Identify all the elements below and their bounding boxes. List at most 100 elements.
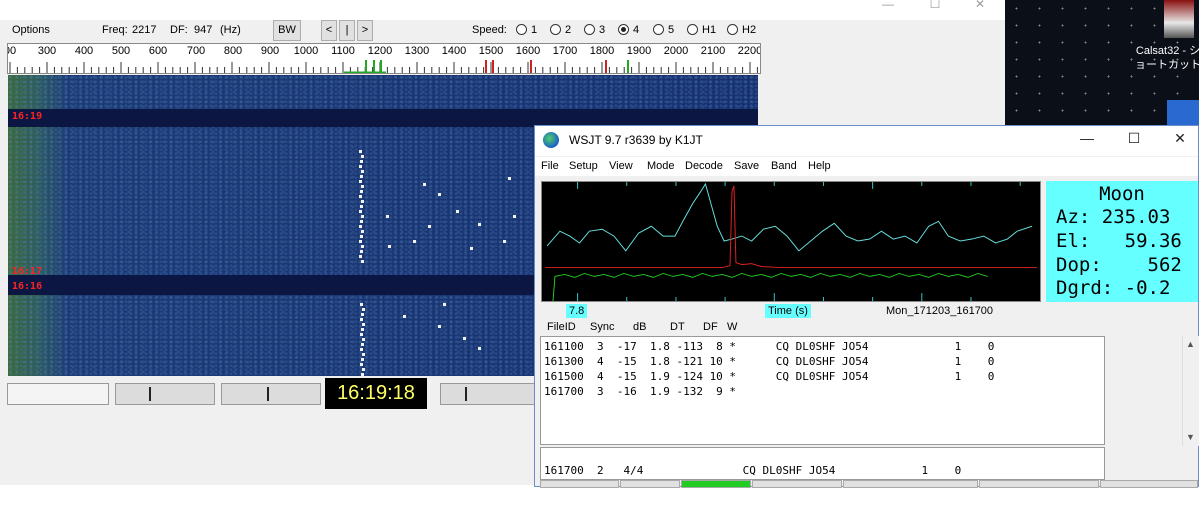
freq-label: Freq: [102, 24, 128, 36]
speed-radio-5[interactable]: 5 [653, 24, 674, 36]
moon-dgrd: Dgrd: -0.2 [1056, 277, 1171, 299]
average-decode-area[interactable]: 161700 2 4/4 CQ DL0SHF JO54 1 0 [540, 447, 1105, 480]
bw-button[interactable]: BW [273, 20, 301, 41]
column-db: dB [633, 321, 647, 333]
signal-dot [361, 245, 364, 248]
scale-label: 400 [74, 45, 94, 57]
slider-thumb[interactable] [149, 387, 151, 401]
menu-setup[interactable]: Setup [569, 160, 598, 172]
slider-thumb[interactable] [465, 387, 467, 401]
speed-radio-1[interactable]: 1 [516, 24, 537, 36]
spectrum-info-row: 7.8 Time (s) Mon_171203_161700 [535, 303, 1198, 321]
menu-view[interactable]: View [609, 160, 633, 172]
scroll-up-icon[interactable]: ▲ [1186, 339, 1195, 349]
menu-save[interactable]: Save [734, 160, 759, 172]
frequency-scale[interactable]: 00 300 400 500 600 700 800 900 1000 1100… [7, 43, 761, 74]
bottom-button[interactable] [979, 480, 1099, 488]
radio-label: 3 [599, 24, 606, 36]
globe-icon [543, 132, 559, 148]
radio-label: 4 [633, 24, 640, 36]
menu-bar: File Setup View Mode Decode Save Band He… [535, 157, 1198, 176]
scale-label: 1300 [404, 45, 430, 57]
scale-label: 800 [223, 45, 243, 57]
speed-radio-4[interactable]: 4 [618, 24, 639, 36]
window-title: WSJT 9.7 r3639 by K1JT [569, 133, 703, 147]
screen: — ☐ ✕ Options Freq: 2217 DF: 947 (Hz) BW… [0, 0, 1199, 512]
signal-dot [362, 368, 365, 371]
scale-label: 500 [111, 45, 131, 57]
signal-dot [360, 333, 363, 336]
slider-track[interactable] [7, 383, 109, 405]
signal-dot [360, 303, 363, 306]
contrast-slider[interactable] [221, 383, 321, 405]
speed-radio-h1[interactable]: H1 [687, 24, 716, 36]
column-dt: DT [670, 321, 685, 333]
scale-label: 1700 [552, 45, 578, 57]
menu-help[interactable]: Help [808, 160, 831, 172]
speed-radio-h2[interactable]: H2 [727, 24, 756, 36]
tx-active-button[interactable] [681, 480, 751, 488]
moon-el: El: 59.36 [1056, 230, 1182, 252]
scale-label: 2000 [663, 45, 689, 57]
signal-dot [413, 240, 416, 243]
desktop-icon[interactable] [1167, 100, 1199, 126]
minimize-button[interactable]: — [868, 0, 908, 13]
speed-radio-2[interactable]: 2 [550, 24, 571, 36]
slider-thumb[interactable] [267, 387, 269, 401]
decoded-text-area[interactable]: 161100 3 -17 1.8 -113 8 * CQ DL0SHF JO54… [540, 336, 1105, 445]
signal-dot [362, 338, 365, 341]
bottom-button[interactable] [1100, 480, 1198, 488]
scale-ticks [9, 60, 758, 73]
bottom-button[interactable] [620, 480, 680, 488]
signal-dot [386, 215, 389, 218]
radio-circle-icon [584, 24, 595, 35]
signal-dot [359, 225, 362, 228]
close-button[interactable]: ✕ [1168, 130, 1192, 147]
spectrum-plot[interactable] [541, 181, 1041, 302]
signal-dot [359, 165, 362, 168]
menu-file[interactable]: File [541, 160, 559, 172]
menu-mode[interactable]: Mode [647, 160, 675, 172]
speed-radio-3[interactable]: 3 [584, 24, 605, 36]
signal-dot [360, 348, 363, 351]
close-button[interactable]: ✕ [960, 0, 1000, 13]
brightness-slider[interactable] [115, 383, 215, 405]
signal-dot [360, 190, 363, 193]
waterfall-toolbar: Options Freq: 2217 DF: 947 (Hz) BW < | >… [0, 20, 1005, 42]
signal-dot [423, 183, 426, 186]
bottom-button[interactable] [752, 480, 842, 488]
menu-decode[interactable]: Decode [685, 160, 723, 172]
nav-right-button[interactable]: > [357, 20, 373, 41]
maximize-button[interactable]: ☐ [915, 0, 955, 13]
bottom-button[interactable] [540, 480, 619, 488]
desktop-icon-label[interactable]: Calsat32 - シ ョートカット [1133, 44, 1199, 72]
scale-label: 700 [186, 45, 206, 57]
calsat-shortcut-icon[interactable] [1164, 0, 1194, 38]
bottom-button[interactable] [843, 480, 978, 488]
signal-dot [503, 240, 506, 243]
gain-slider[interactable] [440, 383, 540, 405]
spectrum-green-trace [552, 272, 988, 301]
spectrum-top-ticks [577, 182, 1021, 189]
time-axis-label: Time (s) [765, 304, 811, 318]
scale-label: 2100 [700, 45, 726, 57]
decode-scrollbar[interactable]: ▲ ▼ [1182, 336, 1199, 446]
menu-band[interactable]: Band [771, 160, 797, 172]
nav-left-button[interactable]: < [321, 20, 337, 41]
signal-dot [362, 308, 365, 311]
waterfall-time-mark: 16:16 [12, 281, 43, 292]
signal-dot [359, 195, 362, 198]
radio-label: H1 [702, 24, 717, 36]
minimize-button[interactable]: — [1075, 130, 1099, 146]
maximize-button[interactable]: ☐ [1122, 130, 1146, 147]
radio-circle-icon [687, 24, 698, 35]
file-name-label: Mon_171203_161700 [886, 305, 994, 317]
signal-dot [361, 215, 364, 218]
signal-dot [359, 240, 362, 243]
wsjt-window: WSJT 9.7 r3639 by K1JT — ☐ ✕ File Setup … [534, 125, 1199, 488]
options-menu[interactable]: Options [12, 24, 50, 36]
scroll-down-icon[interactable]: ▼ [1186, 432, 1195, 442]
signal-dot [508, 177, 511, 180]
nav-center-button[interactable]: | [339, 20, 355, 41]
signal-dot [388, 245, 391, 248]
